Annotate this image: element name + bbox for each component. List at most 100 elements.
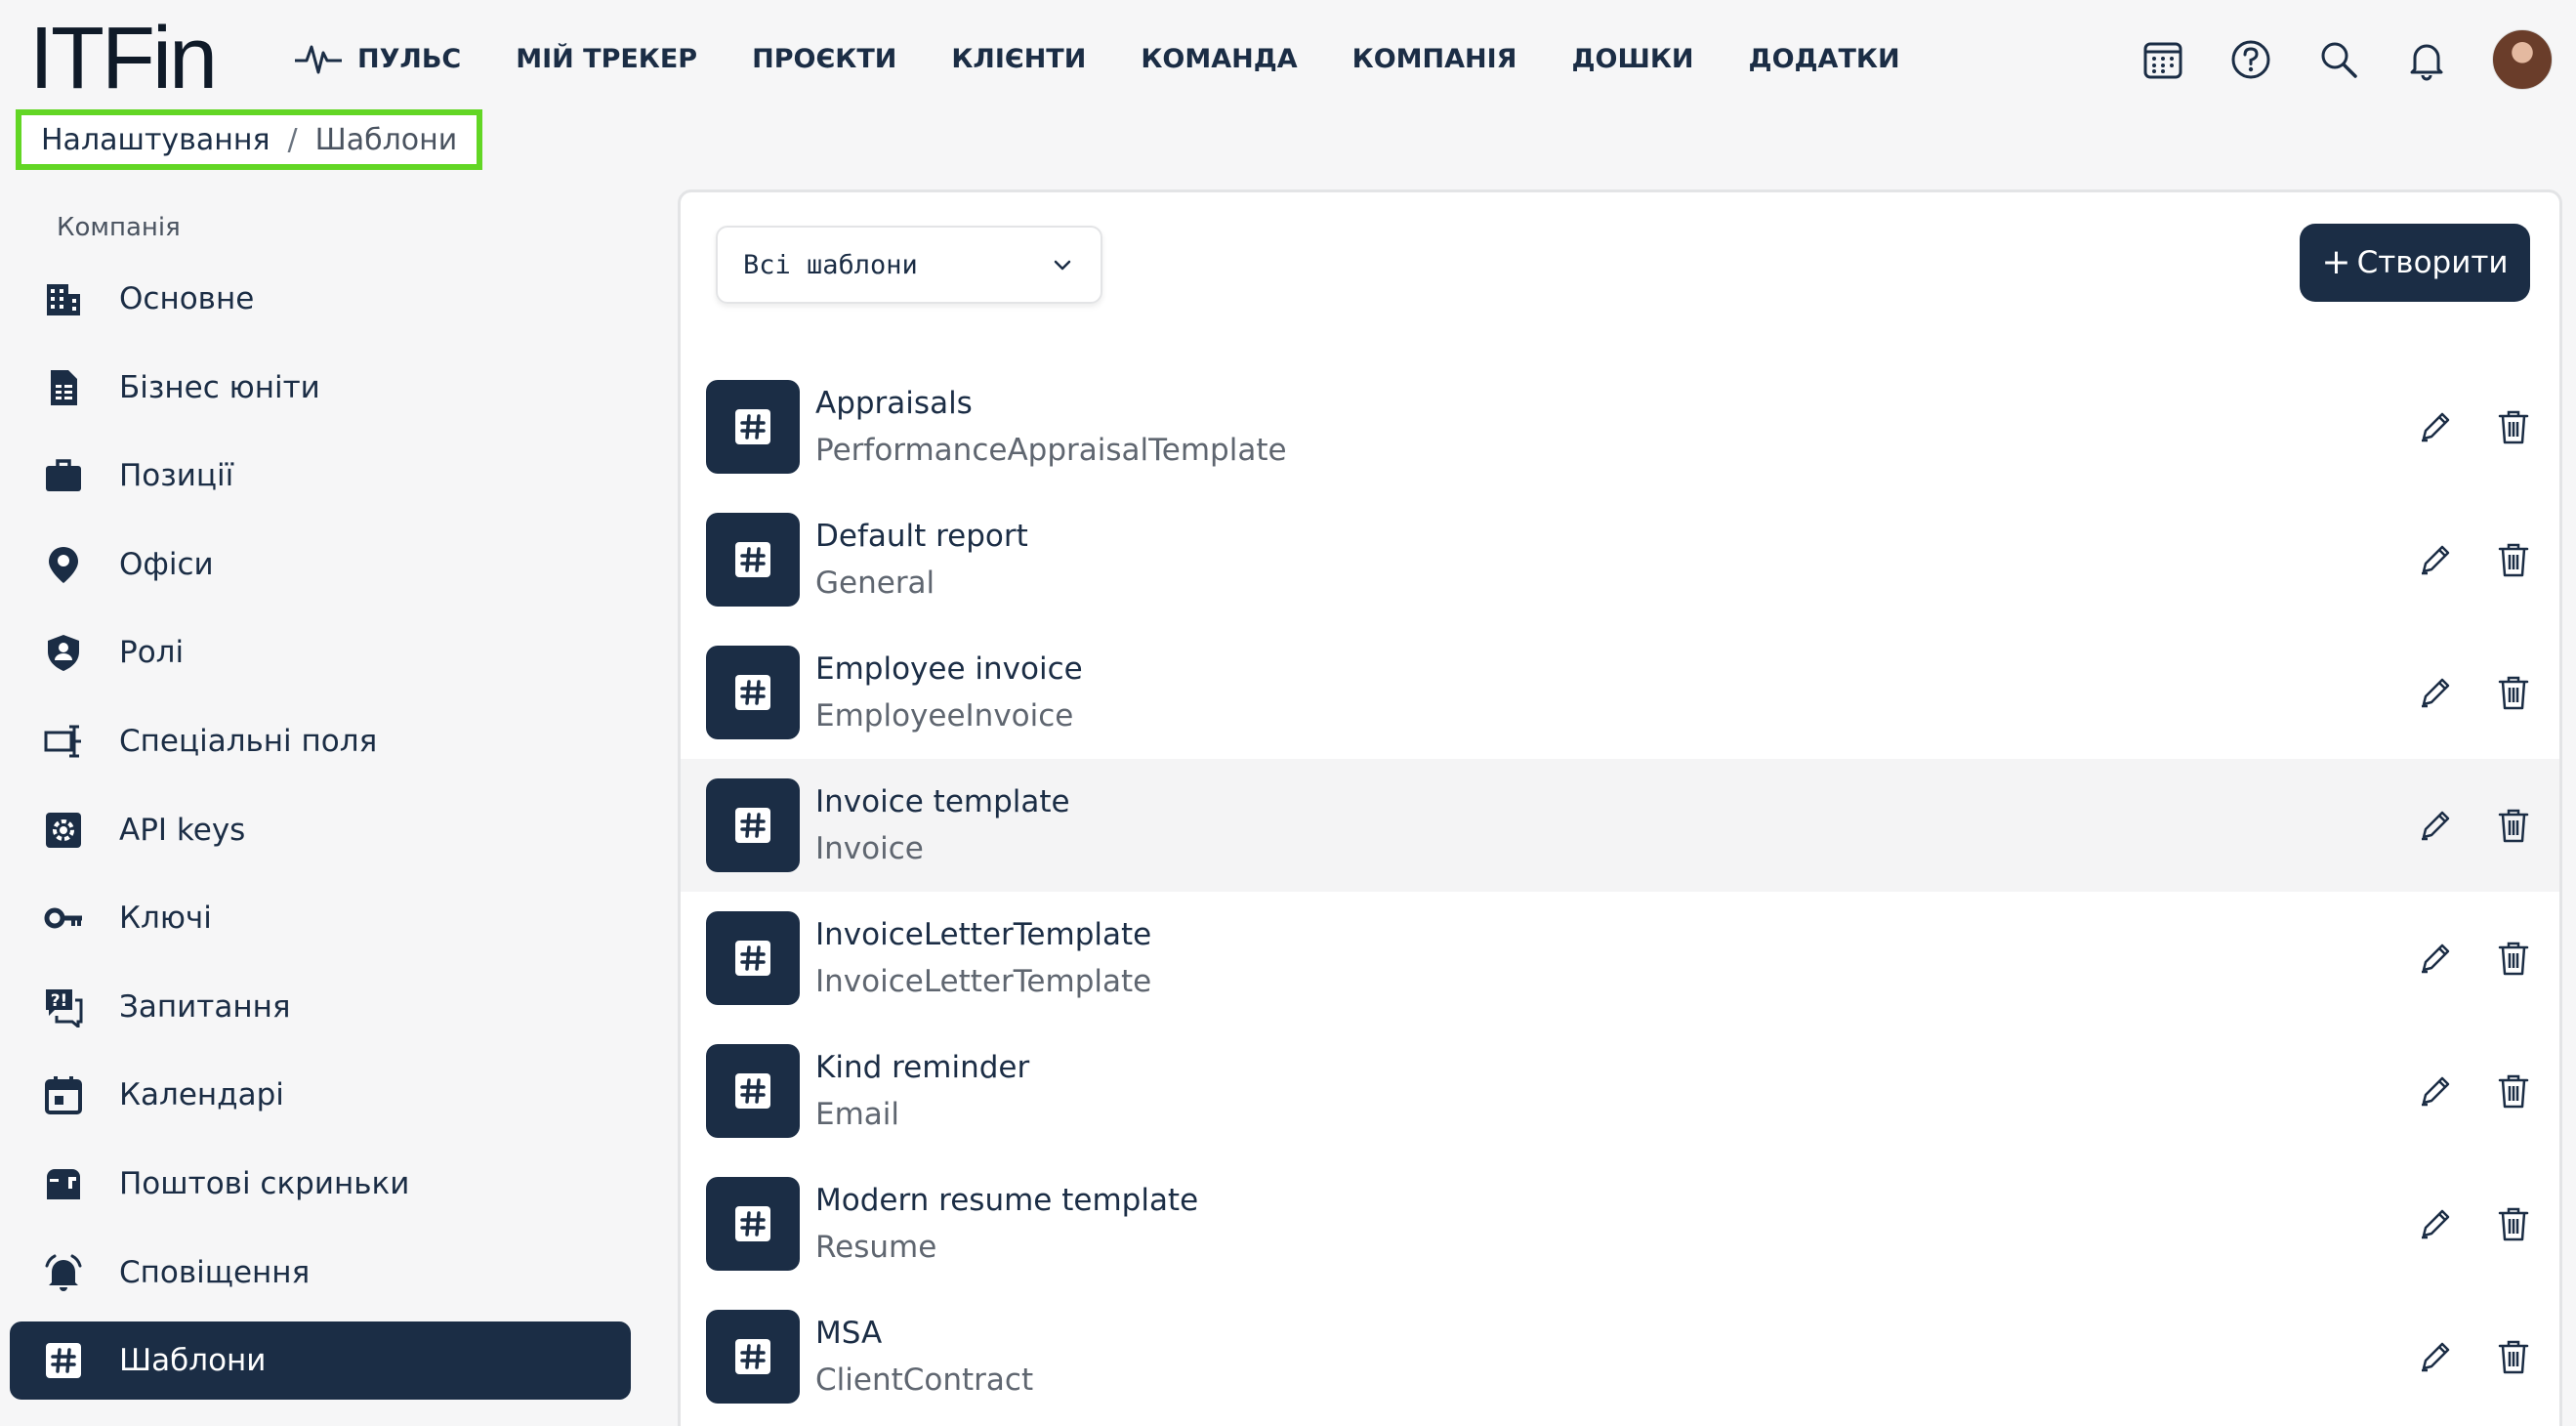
edit-pencil-icon[interactable] [2415,539,2456,580]
sidebar-item-label: Ролі [119,635,185,671]
nav-item-my-tracker[interactable]: МІЙ ТРЕКЕР [516,44,697,74]
hashtag-icon [706,1310,800,1404]
building-icon [41,276,86,321]
template-info: Kind reminder Email [815,1044,1029,1138]
sidebar-item-offices[interactable]: Офіси [10,525,631,604]
nav-item-label: ДОДАТКИ [1748,43,1900,74]
sidebar-item-api-keys[interactable]: API keys [10,791,631,869]
briefcase-icon [41,453,86,498]
edit-pencil-icon[interactable] [2415,1070,2456,1111]
sidebar-item-label: Офіси [119,546,214,582]
sidebar-item-roles[interactable]: Ролі [10,613,631,692]
nav-item-label: КОМАНДА [1141,43,1298,74]
template-row[interactable]: MSA ClientContract [681,1290,2559,1423]
delete-trash-icon[interactable] [2493,938,2534,979]
template-name[interactable]: Kind reminder [815,1044,1029,1091]
delete-trash-icon[interactable] [2493,406,2534,447]
nav-item-pulse[interactable]: ПУЛЬС [293,39,461,78]
document-icon [41,365,86,410]
template-row[interactable]: Appraisals PerformanceAppraisalTemplate [681,360,2559,493]
sidebar-item-general[interactable]: Основне [10,260,631,338]
hashtag-icon [41,1338,86,1383]
template-name[interactable]: InvoiceLetterTemplate [815,911,1151,958]
filter-selected-value: Всі шаблони [743,249,918,280]
app-logo[interactable]: ITFin [29,8,218,109]
bell-icon[interactable] [2404,37,2449,82]
edit-pencil-icon[interactable] [2415,1336,2456,1377]
template-info: Invoice template Invoice [815,778,1070,872]
template-row[interactable]: Default report General [681,493,2559,626]
template-type: ClientContract [815,1363,1034,1398]
sidebar-item-notifications[interactable]: Сповіщення [10,1234,631,1312]
row-actions [2415,672,2534,713]
nav-item-label: ДОШКИ [1571,43,1694,74]
sidebar-item-label: Сповіщення [119,1254,311,1290]
sidebar-item-keys[interactable]: Ключі [10,879,631,957]
row-actions [2415,406,2534,447]
template-info: MSA ClientContract [815,1310,1033,1404]
row-actions [2415,539,2534,580]
row-actions [2415,805,2534,846]
edit-pencil-icon[interactable] [2415,1203,2456,1244]
nav-item-boards[interactable]: ДОШКИ [1571,44,1693,74]
delete-trash-icon[interactable] [2493,1203,2534,1244]
delete-trash-icon[interactable] [2493,805,2534,846]
nav-item-label: ПРОЄКТИ [752,43,897,74]
edit-pencil-icon[interactable] [2415,672,2456,713]
calendar-icon[interactable] [2140,37,2185,82]
settings-sidebar: Компанія Основне Бізнес юніти Позиції Оф… [10,195,631,1410]
sidebar-item-custom-fields[interactable]: Спеціальні поля [10,702,631,780]
nav-item-label: КЛІЄНТИ [951,43,1087,74]
breadcrumb-settings-link[interactable]: Налаштування [41,123,270,157]
sidebar-item-questions[interactable]: ?! Запитання [10,968,631,1046]
sidebar-item-label: Основне [119,281,255,316]
nav-item-label: КОМПАНІЯ [1351,43,1517,74]
edit-pencil-icon[interactable] [2415,406,2456,447]
hashtag-icon [706,778,800,872]
template-row[interactable]: Kind reminder Email [681,1025,2559,1157]
breadcrumb-current: Шаблони [314,122,458,157]
plus-icon: + [2321,242,2351,282]
template-row[interactable]: Employee invoice EmployeeInvoice [681,626,2559,759]
create-template-button[interactable]: + Створити [2300,224,2530,302]
template-name[interactable]: MSA [815,1310,1033,1357]
delete-trash-icon[interactable] [2493,672,2534,713]
nav-item-addons[interactable]: ДОДАТКИ [1749,44,1900,74]
template-name[interactable]: Modern resume template [815,1177,1198,1224]
help-icon[interactable] [2228,37,2273,82]
template-name[interactable]: Employee invoice [815,646,1083,692]
template-name[interactable]: Default report [815,513,1028,560]
template-row[interactable]: Invoice template Invoice [681,759,2559,892]
delete-trash-icon[interactable] [2493,1070,2534,1111]
template-filter-select[interactable]: Всі шаблони [716,226,1102,304]
sidebar-item-calendars[interactable]: Календарі [10,1056,631,1134]
location-pin-icon [41,542,86,587]
shield-user-icon [41,630,86,675]
template-row[interactable]: InvoiceLetterTemplate InvoiceLetterTempla… [681,892,2559,1025]
sidebar-item-templates[interactable]: Шаблони [10,1321,631,1401]
delete-trash-icon[interactable] [2493,539,2534,580]
edit-pencil-icon[interactable] [2415,938,2456,979]
custom-field-icon [41,719,86,764]
nav-item-team[interactable]: КОМАНДА [1141,44,1297,74]
mailbox-icon [41,1161,86,1206]
avatar[interactable] [2492,29,2553,90]
sidebar-item-positions[interactable]: Позиції [10,437,631,515]
top-navigation: ПУЛЬС МІЙ ТРЕКЕР ПРОЄКТИ КЛІЄНТИ КОМАНДА… [293,35,1955,82]
question-chat-icon: ?! [41,985,86,1029]
nav-item-label: ПУЛЬС [357,43,462,74]
nav-item-company[interactable]: КОМПАНІЯ [1352,44,1517,74]
nav-item-clients[interactable]: КЛІЄНТИ [951,44,1086,74]
template-name[interactable]: Invoice template [815,778,1070,825]
delete-trash-icon[interactable] [2493,1336,2534,1377]
sidebar-item-business-units[interactable]: Бізнес юніти [10,349,631,427]
edit-pencil-icon[interactable] [2415,805,2456,846]
row-actions [2415,1070,2534,1111]
search-icon[interactable] [2316,37,2361,82]
template-name[interactable]: Appraisals [815,380,1287,427]
nav-item-projects[interactable]: ПРОЄКТИ [752,44,896,74]
templates-panel: Всі шаблони + Створити Appraisals Perform… [678,189,2562,1426]
hashtag-icon [706,1044,800,1138]
sidebar-item-mailboxes[interactable]: Поштові скриньки [10,1145,631,1223]
template-row[interactable]: Modern resume template Resume [681,1157,2559,1290]
